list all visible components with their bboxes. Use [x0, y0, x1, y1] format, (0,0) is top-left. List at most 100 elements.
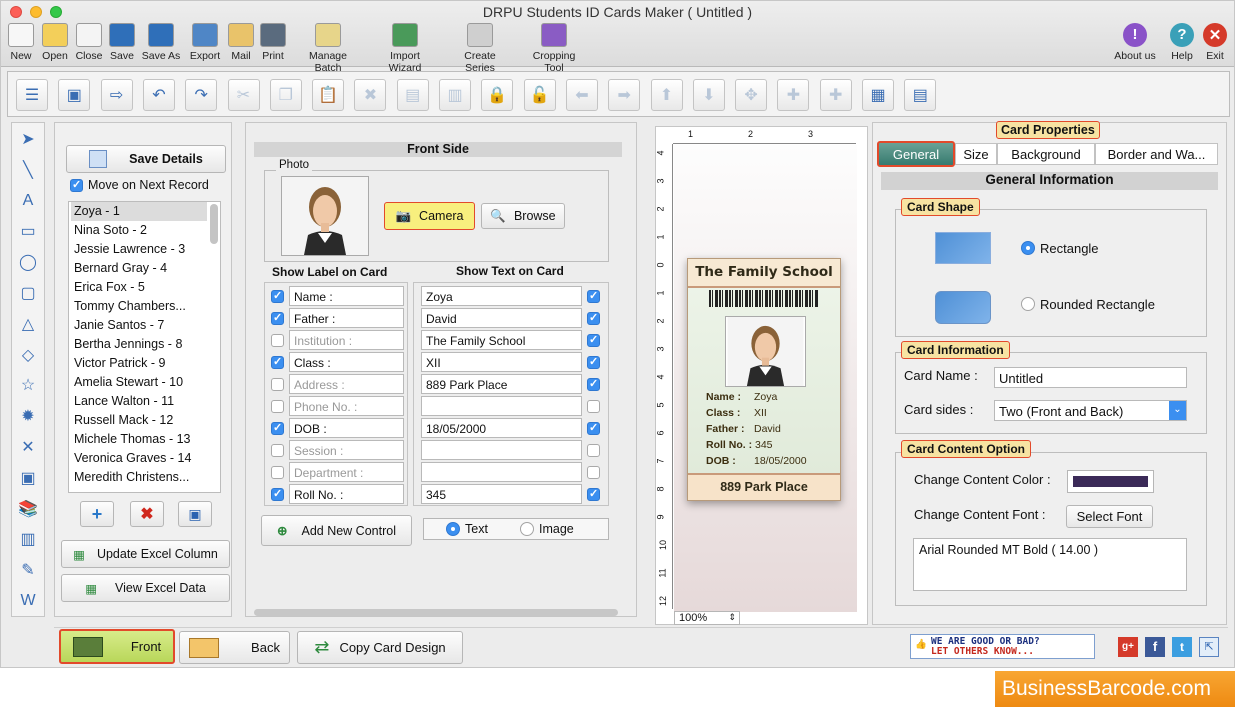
- horizontal-scrollbar[interactable]: [254, 609, 618, 616]
- cut-icon[interactable]: ✂: [227, 79, 260, 111]
- back-button[interactable]: Back: [179, 631, 290, 664]
- rectangle-tool-icon[interactable]: ▭: [16, 219, 40, 243]
- record-list-item[interactable]: Amelia Stewart - 10: [71, 373, 207, 392]
- text-field[interactable]: XII: [421, 352, 582, 372]
- record-list-item[interactable]: Russell Mack - 12: [71, 411, 207, 430]
- cross-tool-icon[interactable]: ✕: [16, 435, 40, 459]
- star-tool-icon[interactable]: ☆: [16, 373, 40, 397]
- show-text-checkbox[interactable]: [587, 466, 600, 479]
- show-text-checkbox[interactable]: [587, 377, 600, 391]
- pointer-tool-icon[interactable]: ➤: [16, 127, 40, 151]
- label-field[interactable]: Institution :: [289, 330, 404, 350]
- label-field[interactable]: Phone No. :: [289, 396, 404, 416]
- record-list-item[interactable]: Zoya - 1: [71, 202, 207, 221]
- ellipse-tool-icon[interactable]: ◯: [16, 250, 40, 274]
- record-list-scrollbar[interactable]: [210, 204, 218, 244]
- record-list-item[interactable]: Michele Thomas - 13: [71, 430, 207, 449]
- add-new-control-button[interactable]: ⊕ Add New Control: [261, 515, 412, 546]
- text-radio[interactable]: [446, 522, 460, 536]
- watermark-tool-icon[interactable]: W: [16, 589, 40, 613]
- tab-background[interactable]: Background: [997, 143, 1095, 165]
- move-right-icon[interactable]: ➡: [608, 79, 641, 111]
- record-list-item[interactable]: Bernard Gray - 4: [71, 259, 207, 278]
- text-field[interactable]: Zoya: [421, 286, 582, 306]
- label-field[interactable]: Session :: [289, 440, 404, 460]
- record-list-item[interactable]: Bertha Jennings - 8: [71, 335, 207, 354]
- save-record-icon[interactable]: ▣: [178, 501, 212, 527]
- copy-icon[interactable]: ❐: [269, 79, 302, 111]
- rounded-rect-tool-icon[interactable]: ▢: [16, 281, 40, 305]
- grid-icon[interactable]: ▦: [862, 79, 894, 111]
- toolbar-cropping-tool-button[interactable]: Cropping Tool: [522, 23, 586, 74]
- align-horizontal-icon[interactable]: ✚: [819, 79, 852, 111]
- show-label-checkbox[interactable]: [271, 334, 284, 347]
- facebook-icon[interactable]: f: [1145, 637, 1165, 657]
- show-label-checkbox[interactable]: [271, 487, 284, 501]
- exit-button[interactable]: ✕ Exit: [1185, 23, 1235, 62]
- show-text-checkbox[interactable]: [587, 400, 600, 413]
- zoom-select[interactable]: 100% ⇕: [674, 611, 740, 625]
- record-list-item[interactable]: Victor Patrick - 9: [71, 354, 207, 373]
- show-text-checkbox[interactable]: [587, 487, 600, 501]
- record-list[interactable]: Zoya - 1 Nina Soto - 2 Jessie Lawrence - 3…: [68, 201, 221, 493]
- image-icon[interactable]: ▣: [58, 79, 91, 111]
- record-list-item[interactable]: Veronica Graves - 14: [71, 449, 207, 468]
- show-label-checkbox[interactable]: [271, 311, 284, 325]
- text-field[interactable]: 889 Park Place: [421, 374, 582, 394]
- signature-tool-icon[interactable]: ✎: [16, 558, 40, 582]
- unlock-icon[interactable]: 🔓: [523, 79, 556, 111]
- text-field[interactable]: [421, 462, 582, 482]
- record-list-item[interactable]: Erica Fox - 5: [71, 278, 207, 297]
- update-excel-button[interactable]: ▦ Update Excel Column: [61, 540, 230, 568]
- ungroup-icon[interactable]: ▥: [439, 79, 471, 111]
- show-text-checkbox[interactable]: [587, 289, 600, 303]
- image-radio[interactable]: [520, 522, 534, 536]
- align-vertical-icon[interactable]: ✚: [777, 79, 810, 111]
- group-icon[interactable]: ▤: [396, 79, 429, 111]
- add-record-button[interactable]: +: [80, 501, 114, 527]
- show-text-checkbox[interactable]: [587, 333, 600, 347]
- lock-icon[interactable]: 🔒: [481, 79, 514, 111]
- show-text-checkbox[interactable]: [587, 355, 600, 369]
- move-next-checkbox[interactable]: [70, 178, 83, 192]
- record-list-item[interactable]: Tommy Chambers...: [71, 297, 207, 316]
- google-plus-icon[interactable]: g+: [1118, 637, 1138, 657]
- view-excel-button[interactable]: ▦ View Excel Data: [61, 574, 230, 602]
- label-field[interactable]: DOB :: [289, 418, 404, 438]
- show-label-checkbox[interactable]: [271, 466, 284, 479]
- toolbar-import-wizard-button[interactable]: Import Wizard: [373, 23, 437, 74]
- rounded-rectangle-shape-icon[interactable]: [935, 291, 991, 324]
- tab-size[interactable]: Size: [955, 143, 997, 165]
- export-icon[interactable]: ⇨: [100, 79, 133, 111]
- copy-card-design-button[interactable]: ⇄ Copy Card Design: [297, 631, 463, 664]
- label-field[interactable]: Roll No. :: [289, 484, 404, 504]
- tab-border[interactable]: Border and Wa...: [1095, 143, 1218, 165]
- text-field[interactable]: David: [421, 308, 582, 328]
- show-label-checkbox[interactable]: [271, 289, 284, 303]
- redo-icon[interactable]: ↷: [185, 79, 218, 111]
- diamond-tool-icon[interactable]: ◇: [16, 343, 40, 367]
- record-list-item[interactable]: Janie Santos - 7: [71, 316, 207, 335]
- picture-tool-icon[interactable]: ▣: [16, 466, 40, 490]
- browse-button[interactable]: 🔍 Browse: [481, 203, 565, 229]
- delete-record-button[interactable]: ✖: [130, 501, 164, 527]
- text-field[interactable]: [421, 396, 582, 416]
- delete-icon[interactable]: ✖: [354, 79, 387, 111]
- select-font-button[interactable]: Select Font: [1066, 505, 1153, 528]
- save-details-button[interactable]: Save Details: [66, 145, 226, 173]
- text-tool-icon[interactable]: A: [16, 189, 40, 213]
- tab-general[interactable]: General: [877, 141, 955, 167]
- show-label-checkbox[interactable]: [271, 444, 284, 457]
- barcode-tool-icon[interactable]: ▥: [16, 527, 40, 551]
- student-photo[interactable]: [281, 176, 369, 256]
- line-tool-icon[interactable]: ╲: [16, 158, 40, 182]
- text-field[interactable]: 345: [421, 484, 582, 504]
- front-button[interactable]: Front: [59, 629, 175, 664]
- move-up-icon[interactable]: ⬆: [650, 79, 683, 111]
- label-field[interactable]: Name :: [289, 286, 404, 306]
- undo-icon[interactable]: ↶: [142, 79, 175, 111]
- label-field[interactable]: Father :: [289, 308, 404, 328]
- label-field[interactable]: Address :: [289, 374, 404, 394]
- record-list-item[interactable]: Lance Walton - 11: [71, 392, 207, 411]
- text-field[interactable]: 18/05/2000: [421, 418, 582, 438]
